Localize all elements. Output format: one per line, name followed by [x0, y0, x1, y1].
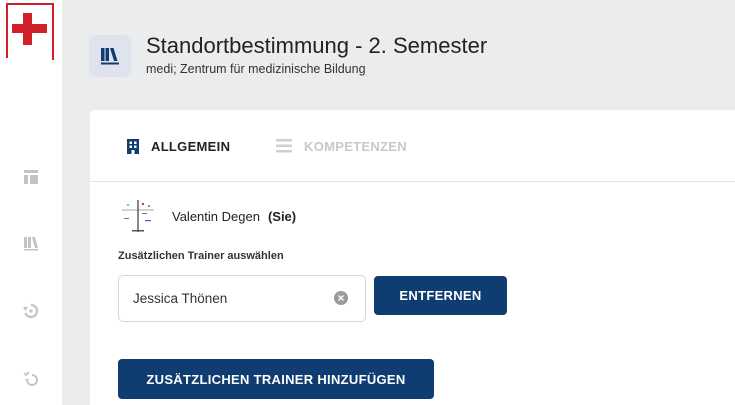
- additional-trainer-input[interactable]: [118, 275, 366, 322]
- course-icon: [89, 35, 131, 77]
- page-title: Standortbestimmung - 2. Semester: [146, 33, 488, 58]
- library-icon[interactable]: [22, 234, 40, 252]
- history-icon[interactable]: [22, 302, 40, 320]
- content-card: ALLGEMEIN KOMPETENZEN Valentin Degen (Si…: [90, 110, 735, 405]
- tab-label: KOMPETENZEN: [304, 138, 407, 154]
- list-icon: [276, 139, 292, 153]
- tab-allgemein[interactable]: ALLGEMEIN: [127, 136, 230, 156]
- dashboard-icon[interactable]: [22, 168, 40, 186]
- check-history-icon[interactable]: [22, 369, 40, 387]
- add-trainer-button[interactable]: ZUSÄTZLICHEN TRAINER HINZUFÜGEN: [118, 359, 434, 399]
- library-icon: [101, 48, 119, 65]
- logo-edge: [52, 5, 54, 60]
- remove-button[interactable]: ENTFERNEN: [374, 276, 507, 315]
- tab-bar: ALLGEMEIN KOMPETENZEN: [90, 110, 735, 182]
- avatar-image: [118, 196, 158, 236]
- tab-label: ALLGEMEIN: [151, 138, 231, 154]
- logo-cross-horizontal: [12, 24, 47, 33]
- trainer-row: Valentin Degen (Sie): [118, 196, 296, 236]
- trainer-name: Valentin Degen: [172, 208, 260, 224]
- sidebar: [0, 0, 62, 405]
- logo[interactable]: [6, 3, 54, 60]
- tab-kompetenzen[interactable]: KOMPETENZEN: [276, 136, 407, 156]
- clear-icon[interactable]: [334, 291, 348, 305]
- trainer-you-label: (Sie): [267, 208, 297, 224]
- building-icon: [127, 138, 139, 154]
- additional-trainer-label: Zusätzlichen Trainer auswählen: [118, 250, 284, 262]
- avatar: [118, 196, 158, 236]
- page-subtitle: medi; Zentrum für medizinische Bildung: [146, 62, 366, 76]
